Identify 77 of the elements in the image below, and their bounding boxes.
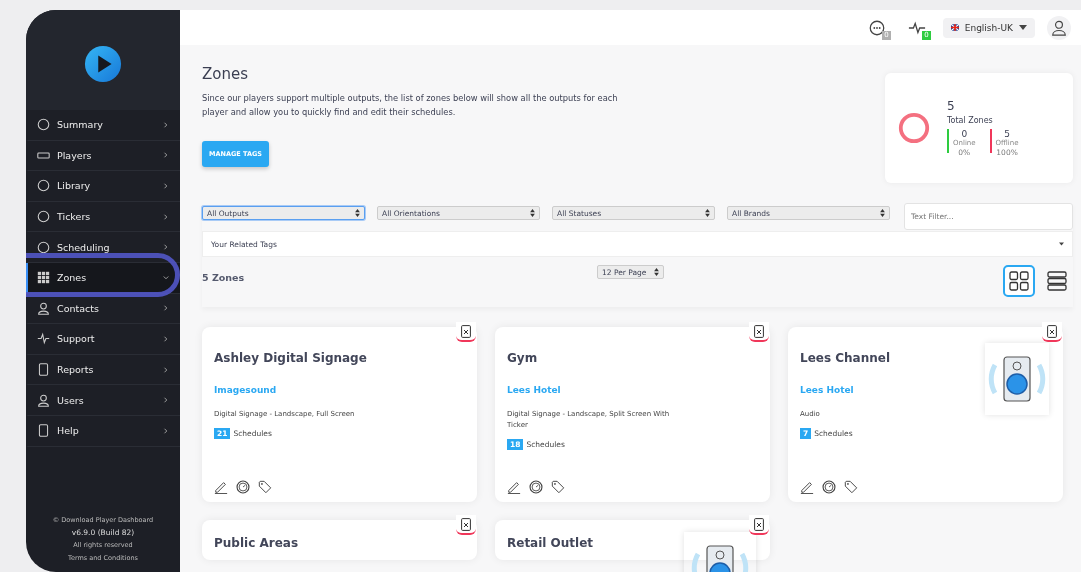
grid-view-button[interactable]: [1003, 265, 1035, 297]
nav-item[interactable]: Support: [26, 324, 180, 355]
menu-item-icon: [37, 332, 50, 346]
zone-title: Public Areas: [214, 536, 299, 550]
total-label: Total Zones: [947, 116, 994, 125]
nav-item[interactable]: Players: [26, 140, 180, 172]
user-button[interactable]: [1047, 15, 1071, 40]
document-x-icon: [754, 324, 764, 338]
nav-item[interactable]: Scheduling: [26, 232, 180, 263]
nav-item[interactable]: Help: [26, 415, 180, 447]
stat-value: 0: [961, 129, 968, 139]
clock-icon[interactable]: [822, 480, 836, 494]
pencil-icon[interactable]: [800, 480, 814, 494]
nav-item[interactable]: Summary: [26, 110, 180, 141]
remove-button[interactable]: [749, 322, 769, 342]
zone-count: 5 Zones: [202, 272, 246, 283]
tag-icon[interactable]: [844, 480, 858, 494]
updown-icon: [355, 209, 360, 217]
page-description: Since our players support multiple outputs, the list of zones below will show all the outputs for each player and allow you to quickly find and edit their schedules.: [202, 92, 619, 119]
chevron-icon: [163, 244, 169, 251]
document-x-icon: [461, 324, 471, 338]
donut-icon: [897, 111, 931, 145]
chevron-icon: [163, 121, 169, 128]
updown-icon: [530, 209, 535, 217]
menu-item-icon: [37, 424, 50, 438]
nav-item[interactable]: Library: [26, 171, 180, 202]
caret-icon: [1059, 242, 1064, 246]
flag-icon: [950, 24, 959, 31]
zone-title: Ashley Digital Signage: [214, 351, 368, 365]
chat-icon: [867, 18, 886, 37]
menu-item-icon: [37, 301, 50, 315]
nav-item[interactable]: Contacts: [26, 293, 180, 325]
zone-title: Lees Channel: [800, 351, 892, 365]
updown-icon: [705, 209, 710, 217]
updown-icon: [654, 268, 660, 276]
zone-title: Retail Outlet: [507, 536, 594, 550]
tag-icon[interactable]: [258, 480, 272, 494]
chevron-icon: [163, 335, 169, 342]
tag-icon[interactable]: [551, 480, 565, 494]
menu-item-icon: [37, 118, 50, 132]
nav-item[interactable]: Reports: [26, 354, 180, 386]
remove-button[interactable]: [749, 515, 769, 535]
updown-icon: [880, 209, 885, 217]
zone-title: Gym: [507, 351, 539, 365]
document-x-icon: [461, 517, 471, 531]
menu-item-icon: [37, 271, 50, 285]
chevron-icon: [163, 427, 169, 434]
menu-item-icon: [37, 363, 50, 377]
chevron-icon: [163, 397, 169, 404]
remove-button[interactable]: [456, 515, 476, 535]
menu-item-icon: [37, 240, 50, 254]
chevron-icon: [163, 366, 169, 373]
document-x-icon: [1047, 324, 1057, 338]
stat-value: 5: [1004, 129, 1010, 139]
remove-button[interactable]: [1042, 322, 1062, 342]
pencil-icon[interactable]: [214, 480, 228, 494]
chevron-icon: [163, 183, 169, 189]
chevron-icon: [163, 213, 169, 220]
play-logo-icon: [84, 45, 122, 83]
nav-item[interactable]: Tickers: [26, 201, 180, 233]
menu-item-icon: [37, 179, 50, 193]
nav-item[interactable]: Users: [26, 385, 180, 416]
page-title: Zones: [202, 65, 249, 83]
user-icon: [1050, 18, 1068, 37]
caret-icon: [1019, 25, 1027, 30]
total-count: 5: [947, 99, 956, 113]
chevron-icon: [163, 274, 169, 281]
chevron-icon: [163, 305, 169, 312]
clock-icon[interactable]: [529, 480, 543, 494]
chevron-icon: [163, 152, 169, 159]
document-x-icon: [754, 517, 764, 531]
menu-item-icon: [37, 210, 50, 224]
pencil-icon[interactable]: [507, 480, 521, 494]
menu-item-icon: [37, 393, 50, 407]
remove-button[interactable]: [456, 322, 476, 342]
language-dropdown[interactable]: English-UK: [942, 17, 1035, 38]
clock-icon[interactable]: [236, 480, 250, 494]
